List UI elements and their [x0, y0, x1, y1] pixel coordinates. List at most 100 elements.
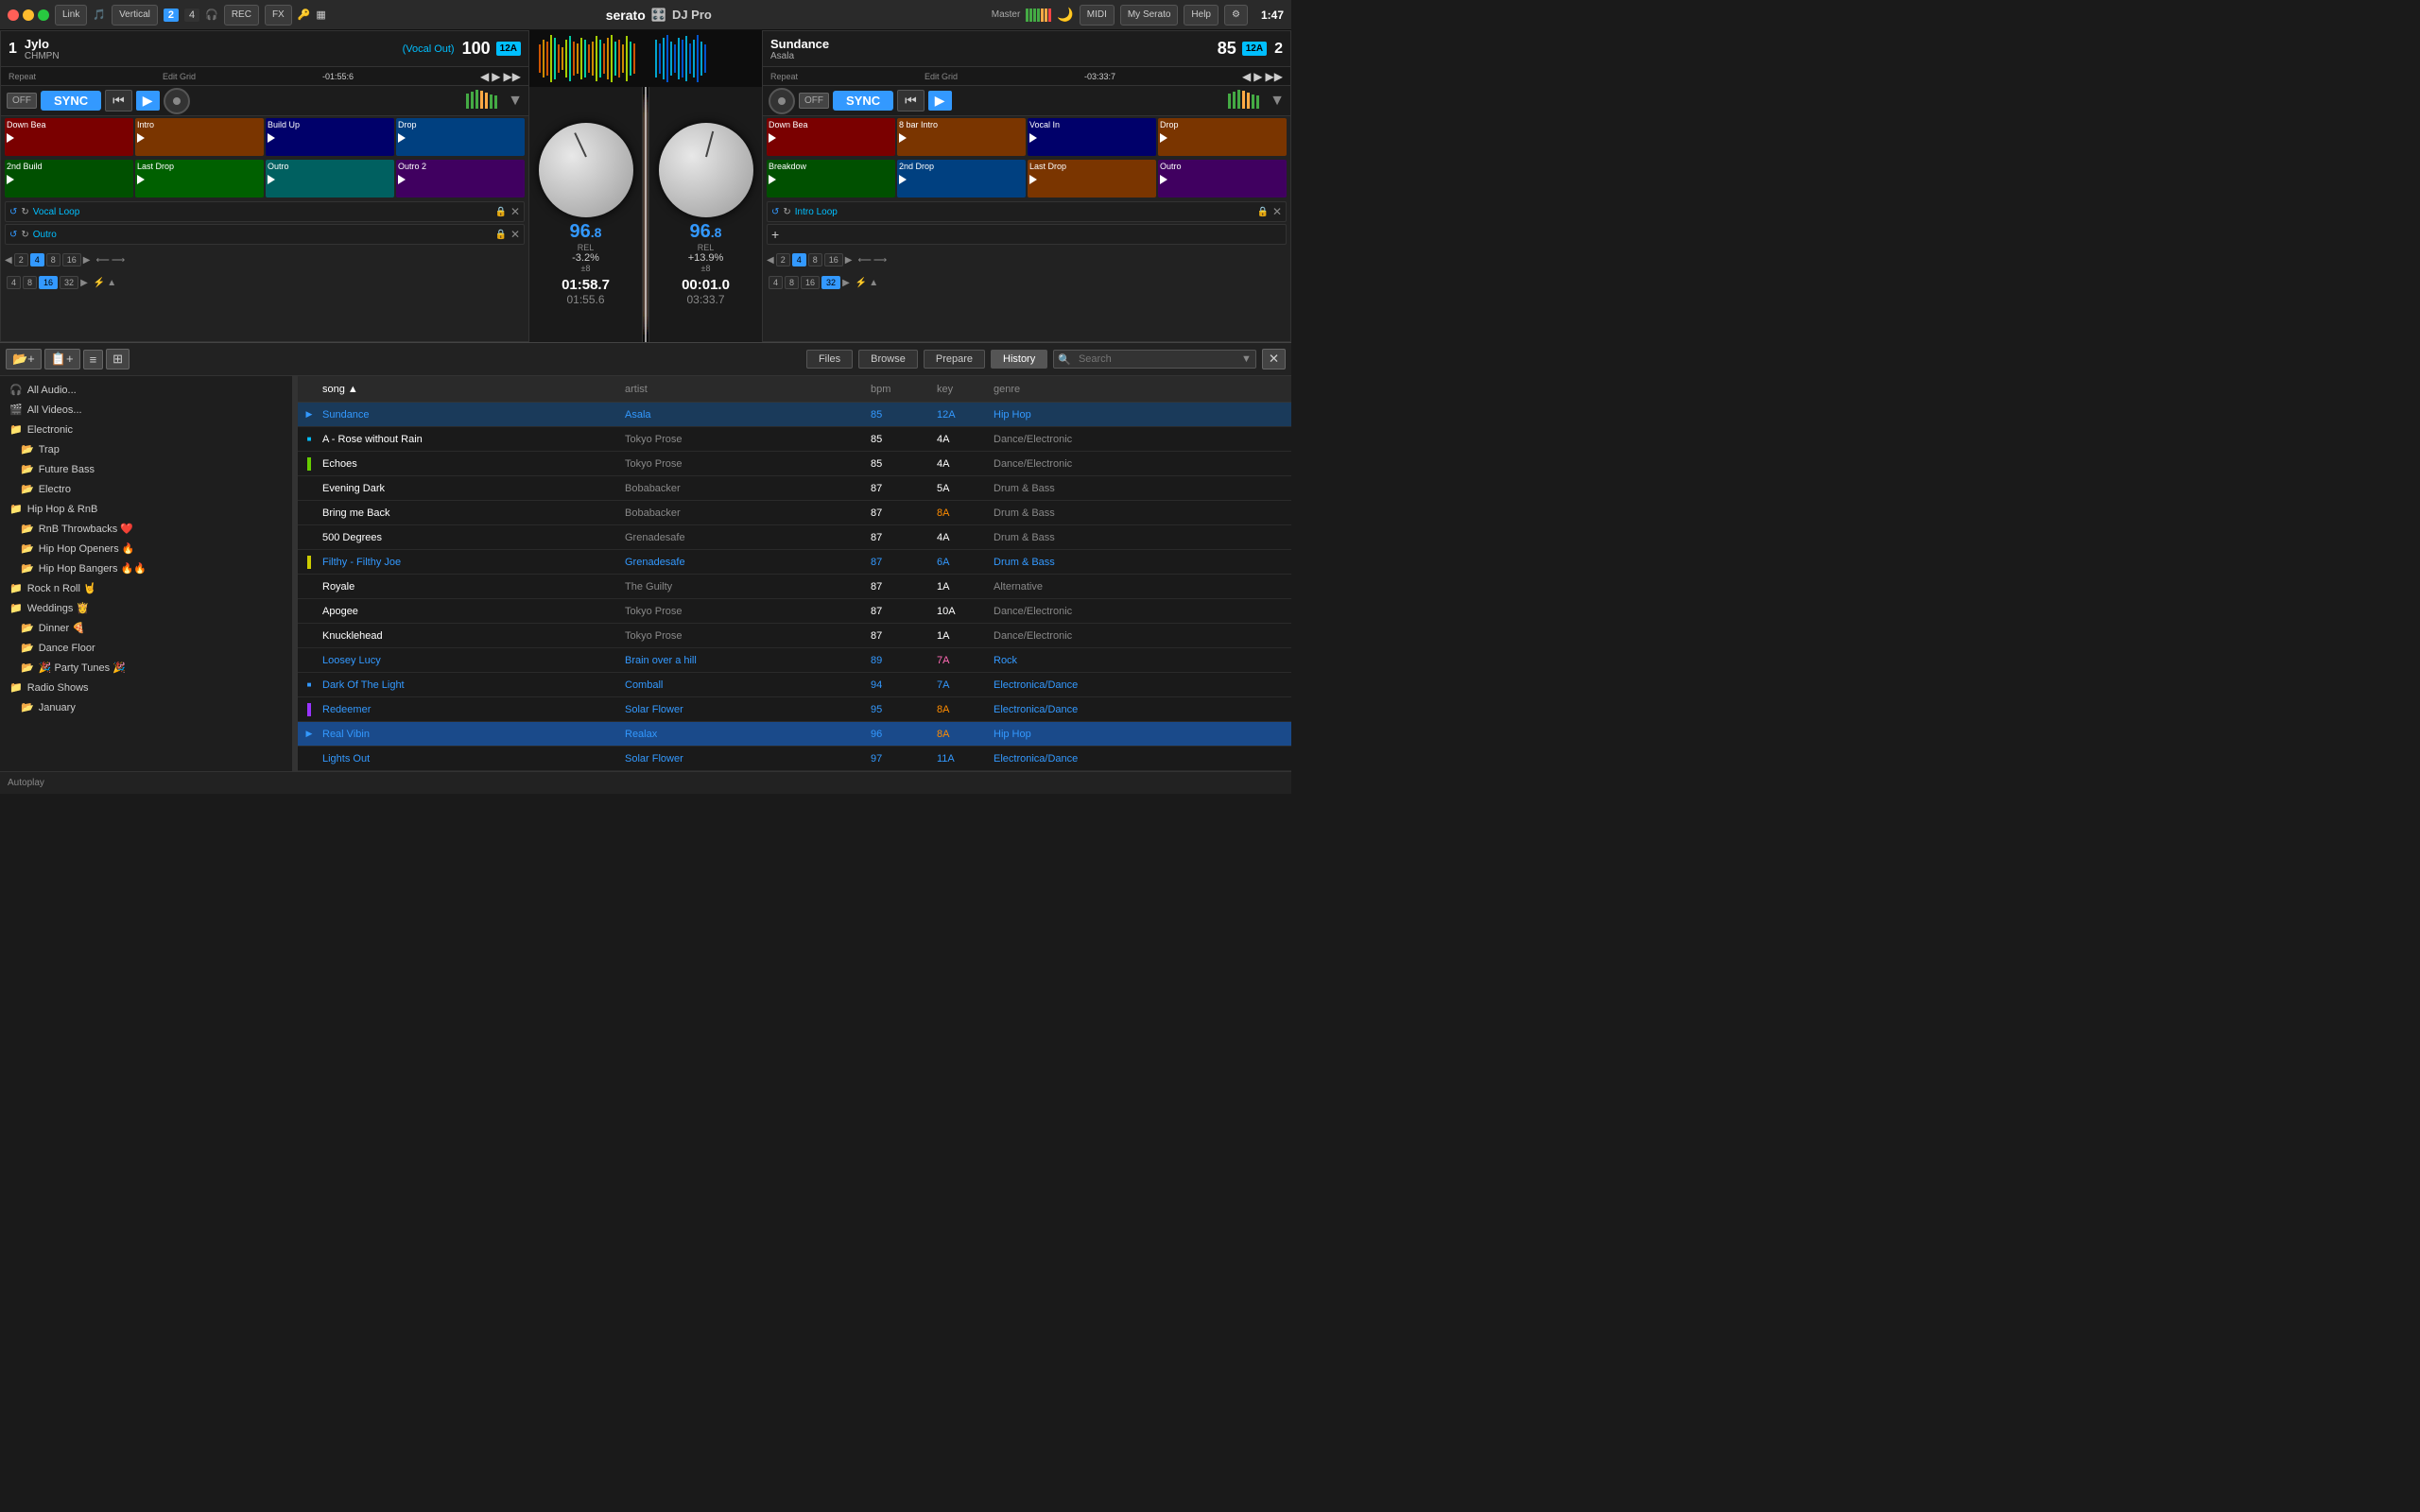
deck1-grid-icon[interactable]: ▲ [107, 278, 116, 288]
deck1-expand-icon[interactable]: ▼ [508, 93, 523, 110]
deck2-cue-knob[interactable] [769, 88, 795, 114]
deck1-back-icon[interactable]: ◀ [480, 70, 489, 83]
deck2-grid-icon[interactable]: ▲ [869, 278, 878, 288]
deck2-forward-icon[interactable]: ▶ [1253, 70, 1262, 83]
deck2-prev-button[interactable]: ⏮ [897, 90, 925, 112]
add-crate-button[interactable]: 📂+ [6, 349, 42, 369]
deck2-beat-8[interactable]: 8 [808, 253, 822, 266]
deck2-beat-2[interactable]: 2 [776, 253, 790, 266]
deck1-cue-1[interactable]: Down Bea [5, 118, 133, 156]
sidebar-item-trap[interactable]: 📂 Trap [0, 439, 292, 459]
deck1-beat-forward[interactable]: ⟶ [112, 255, 125, 266]
deck1-beat-4[interactable]: 4 [30, 253, 44, 266]
deck2-cue-4[interactable]: Drop [1158, 118, 1287, 156]
track-header-key[interactable]: key [931, 384, 988, 395]
deck1-sync-button[interactable]: SYNC [41, 91, 101, 111]
table-row[interactable]: Loosey Lucy Brain over a hill 89 7A Rock [298, 648, 1291, 673]
deck1-beat-prev[interactable]: ◀ [5, 255, 12, 266]
list-view-button[interactable]: ≡ [83, 350, 104, 369]
table-row[interactable]: ▶ Sundance Asala 85 12A Hip Hop [298, 403, 1291, 427]
track-header-genre[interactable]: genre [988, 384, 1288, 395]
table-row[interactable]: Echoes Tokyo Prose 85 4A Dance/Electroni… [298, 452, 1291, 476]
deck1-beat-2[interactable]: 2 [14, 253, 28, 266]
browse-tab[interactable]: Browse [858, 350, 918, 369]
history-tab[interactable]: History [991, 350, 1047, 369]
sidebar-item-electronic[interactable]: 📁 Electronic [0, 420, 292, 439]
deck2-off-button[interactable]: OFF [799, 93, 829, 109]
deck1-play-button[interactable]: ▶ [136, 91, 160, 111]
search-filter-icon[interactable]: ▼ [1241, 353, 1252, 365]
deck2-waveform-icon[interactable]: ⚡ [856, 278, 867, 288]
rec-button[interactable]: REC [224, 5, 259, 26]
sidebar-item-party-tunes[interactable]: 📂 🎉 Party Tunes 🎉 [0, 658, 292, 678]
deck1-cue-4[interactable]: Drop [396, 118, 525, 156]
help-button[interactable]: Help [1184, 5, 1219, 26]
deck1-waveform-icon[interactable]: ⚡ [94, 278, 105, 288]
deck1-forward-icon[interactable]: ▶ [492, 70, 500, 83]
track-header-artist[interactable]: artist [619, 384, 865, 395]
deck2-cue-5[interactable]: Breakdow [767, 160, 895, 198]
table-row[interactable]: Royale The Guilty 87 1A Alternative [298, 575, 1291, 599]
deck2-back-icon[interactable]: ◀ [1242, 70, 1251, 83]
deck2-beat2-16[interactable]: 16 [801, 276, 820, 289]
table-row[interactable]: ■ Dark Of The Light Comball 94 7A Electr… [298, 673, 1291, 697]
settings-button[interactable]: ⚙ [1224, 5, 1248, 26]
deck2-play-button[interactable]: ▶ [928, 91, 952, 111]
sidebar-item-rnb[interactable]: 📂 RnB Throwbacks ❤️ [0, 519, 292, 539]
vertical-button[interactable]: Vertical [112, 5, 158, 26]
fx-button[interactable]: FX [265, 5, 292, 26]
deck2-beat-4[interactable]: 4 [792, 253, 806, 266]
deck2-cue-6[interactable]: 2nd Drop [897, 160, 1026, 198]
deck2-cue-1[interactable]: Down Bea [767, 118, 895, 156]
deck1-beat2-4[interactable]: 4 [7, 276, 21, 289]
files-tab[interactable]: Files [806, 350, 853, 369]
deck1-cue-2[interactable]: Intro [135, 118, 264, 156]
deck2-cue-3[interactable]: Vocal In [1028, 118, 1156, 156]
my-serato-button[interactable]: My Serato [1120, 5, 1179, 26]
link-button[interactable]: Link [55, 5, 87, 26]
table-row[interactable]: ▶ Real Vibin Realax 96 8A Hip Hop [298, 722, 1291, 747]
deck2-loop1-close[interactable]: ✕ [1272, 205, 1282, 218]
sidebar-item-all-videos[interactable]: 🎬 All Videos... [0, 400, 292, 420]
sidebar-item-all-audio[interactable]: 🎧 All Audio... [0, 380, 292, 400]
close-button[interactable] [8, 9, 19, 21]
sidebar-item-january[interactable]: 📂 January [0, 697, 292, 717]
table-row[interactable]: Apogee Tokyo Prose 87 10A Dance/Electron… [298, 599, 1291, 624]
deck1-forward2-icon[interactable]: ▶▶ [504, 70, 521, 83]
midi-button[interactable]: MIDI [1080, 5, 1115, 26]
track-header-bpm[interactable]: bpm [865, 384, 931, 395]
deck2-beat2-next[interactable]: ▶ [842, 278, 850, 288]
table-row[interactable]: Filthy - Filthy Joe Grenadesafe 87 6A Dr… [298, 550, 1291, 575]
sidebar-item-hiphop[interactable]: 📁 Hip Hop & RnB [0, 499, 292, 519]
table-row[interactable]: ■ A - Rose without Rain Tokyo Prose 85 4… [298, 427, 1291, 452]
deck2-add-icon[interactable]: + [771, 227, 779, 242]
table-row[interactable]: Bring me Back Bobabacker 87 8A Drum & Ba… [298, 501, 1291, 525]
deck1-cue-3[interactable]: Build Up [266, 118, 394, 156]
search-input[interactable] [1071, 351, 1241, 368]
track-header-song[interactable]: song ▲ [317, 384, 619, 395]
sidebar-item-rocknroll[interactable]: 📁 Rock n Roll 🤘 [0, 578, 292, 598]
deck2-beat-back[interactable]: ⟵ [857, 255, 871, 266]
deck2-cue-7[interactable]: Last Drop [1028, 160, 1156, 198]
sidebar-item-weddings[interactable]: 📁 Weddings 👸 [0, 598, 292, 618]
deck2-beat-16[interactable]: 16 [824, 253, 843, 266]
deck1-cue-8[interactable]: Outro 2 [396, 160, 525, 198]
deck1-loop1-close[interactable]: ✕ [510, 205, 520, 218]
prepare-tab[interactable]: Prepare [924, 350, 985, 369]
deck2-sync-button[interactable]: SYNC [833, 91, 893, 111]
deck2-beat2-8[interactable]: 8 [785, 276, 799, 289]
sidebar-item-hiphop-openers[interactable]: 📂 Hip Hop Openers 🔥 [0, 539, 292, 558]
deck1-beat2-16[interactable]: 16 [39, 276, 58, 289]
deck2-forward2-icon[interactable]: ▶▶ [1266, 70, 1283, 83]
deck2-cue-2[interactable]: 8 bar Intro [897, 118, 1026, 156]
sidebar-item-future-bass[interactable]: 📂 Future Bass [0, 459, 292, 479]
deck2-beat2-4[interactable]: 4 [769, 276, 783, 289]
deck1-beat2-next[interactable]: ▶ [80, 278, 88, 288]
deck1-beat-8[interactable]: 8 [46, 253, 60, 266]
deck2-beat-next[interactable]: ▶ [845, 255, 853, 266]
deck1-beat-next[interactable]: ▶ [83, 255, 91, 266]
add-playlist-button[interactable]: 📋+ [44, 349, 80, 369]
sidebar-item-hiphop-bangers[interactable]: 📂 Hip Hop Bangers 🔥🔥 [0, 558, 292, 578]
sidebar-item-electro[interactable]: 📂 Electro [0, 479, 292, 499]
table-row[interactable]: Redeemer Solar Flower 95 8A Electronica/… [298, 697, 1291, 722]
